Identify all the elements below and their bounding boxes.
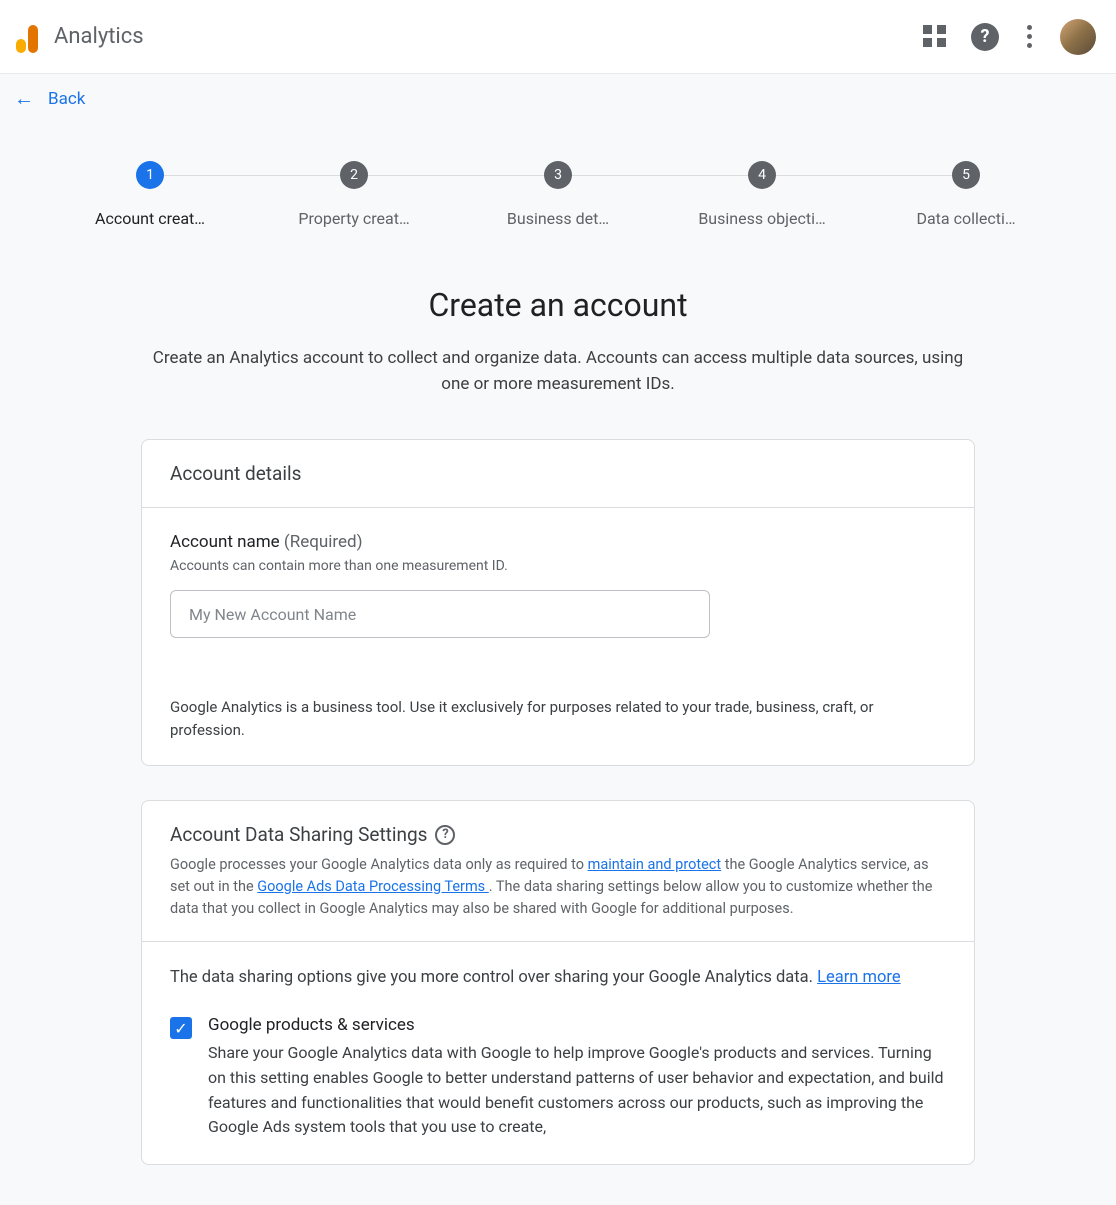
checkbox-text: Google products & services Share your Go… (208, 1015, 946, 1140)
back-button[interactable]: Back (48, 89, 85, 109)
step-property-creation[interactable]: 2 Property creat… (252, 161, 456, 228)
page-body: 1 Account creat… 2 Property creat… 3 Bus… (0, 123, 1116, 1205)
step-number: 2 (340, 161, 368, 189)
text-segment: Google processes your Google Analytics d… (170, 856, 588, 873)
back-arrow-icon[interactable]: ← (14, 86, 34, 111)
help-icon[interactable]: ? (971, 23, 999, 51)
step-number: 3 (544, 161, 572, 189)
stepper: 1 Account creat… 2 Property creat… 3 Bus… (48, 123, 1068, 248)
ads-terms-link[interactable]: Google Ads Data Processing Terms (257, 878, 489, 895)
step-number: 5 (952, 161, 980, 189)
page-title: Create an account (0, 286, 1116, 324)
required-indicator: (Required) (284, 532, 363, 552)
google-products-checkbox[interactable]: ✓ (170, 1017, 192, 1039)
step-label: Data collecti… (916, 209, 1015, 228)
card-header: Account Data Sharing Settings ? Google p… (142, 801, 974, 942)
card-title: Account details (170, 462, 946, 485)
page-description: Create an Analytics account to collect a… (148, 346, 968, 397)
label-text: Account name (170, 532, 280, 552)
card-header: Account details (142, 440, 974, 508)
app-header: Analytics ? (0, 0, 1116, 74)
more-vert-icon[interactable] (1023, 21, 1036, 52)
maintain-protect-link[interactable]: maintain and protect (588, 856, 722, 873)
step-business-objectives[interactable]: 4 Business objecti… (660, 161, 864, 228)
step-account-creation[interactable]: 1 Account creat… (48, 161, 252, 228)
back-bar: ← Back (0, 74, 1116, 123)
data-sharing-subtext: Google processes your Google Analytics d… (170, 854, 946, 919)
header-left: Analytics (16, 21, 144, 53)
product-name: Analytics (54, 24, 144, 49)
step-business-details[interactable]: 3 Business det… (456, 161, 660, 228)
business-tool-note: Google Analytics is a business tool. Use… (170, 696, 946, 741)
apps-grid-icon[interactable] (923, 25, 947, 49)
account-name-input[interactable] (170, 590, 710, 638)
card-title: Account Data Sharing Settings ? (170, 823, 946, 846)
header-right: ? (923, 19, 1096, 55)
card-body: The data sharing options give you more c… (142, 942, 974, 1164)
data-sharing-card: Account Data Sharing Settings ? Google p… (141, 800, 975, 1165)
option-description: Share your Google Analytics data with Go… (208, 1041, 946, 1140)
checkmark-icon: ✓ (174, 1019, 187, 1038)
account-name-label: Account name (Required) (170, 532, 946, 552)
help-circle-icon[interactable]: ? (435, 825, 455, 845)
analytics-logo-icon (16, 21, 38, 53)
title-text: Account Data Sharing Settings (170, 823, 427, 846)
sharing-option-row: ✓ Google products & services Share your … (170, 1015, 946, 1140)
card-body: Account name (Required) Accounts can con… (142, 508, 974, 765)
step-data-collection[interactable]: 5 Data collecti… (864, 161, 1068, 228)
step-label: Account creat… (95, 209, 205, 228)
avatar[interactable] (1060, 19, 1096, 55)
step-label: Business det… (507, 209, 609, 228)
learn-more-link[interactable]: Learn more (817, 968, 900, 987)
text-segment: The data sharing options give you more c… (170, 968, 817, 987)
data-sharing-intro: The data sharing options give you more c… (170, 966, 946, 991)
step-number: 4 (748, 161, 776, 189)
step-number: 1 (136, 161, 164, 189)
step-label: Property creat… (298, 209, 409, 228)
option-title: Google products & services (208, 1015, 946, 1035)
account-details-card: Account details Account name (Required) … (141, 439, 975, 766)
step-label: Business objecti… (698, 209, 825, 228)
account-name-hint: Accounts can contain more than one measu… (170, 558, 946, 574)
